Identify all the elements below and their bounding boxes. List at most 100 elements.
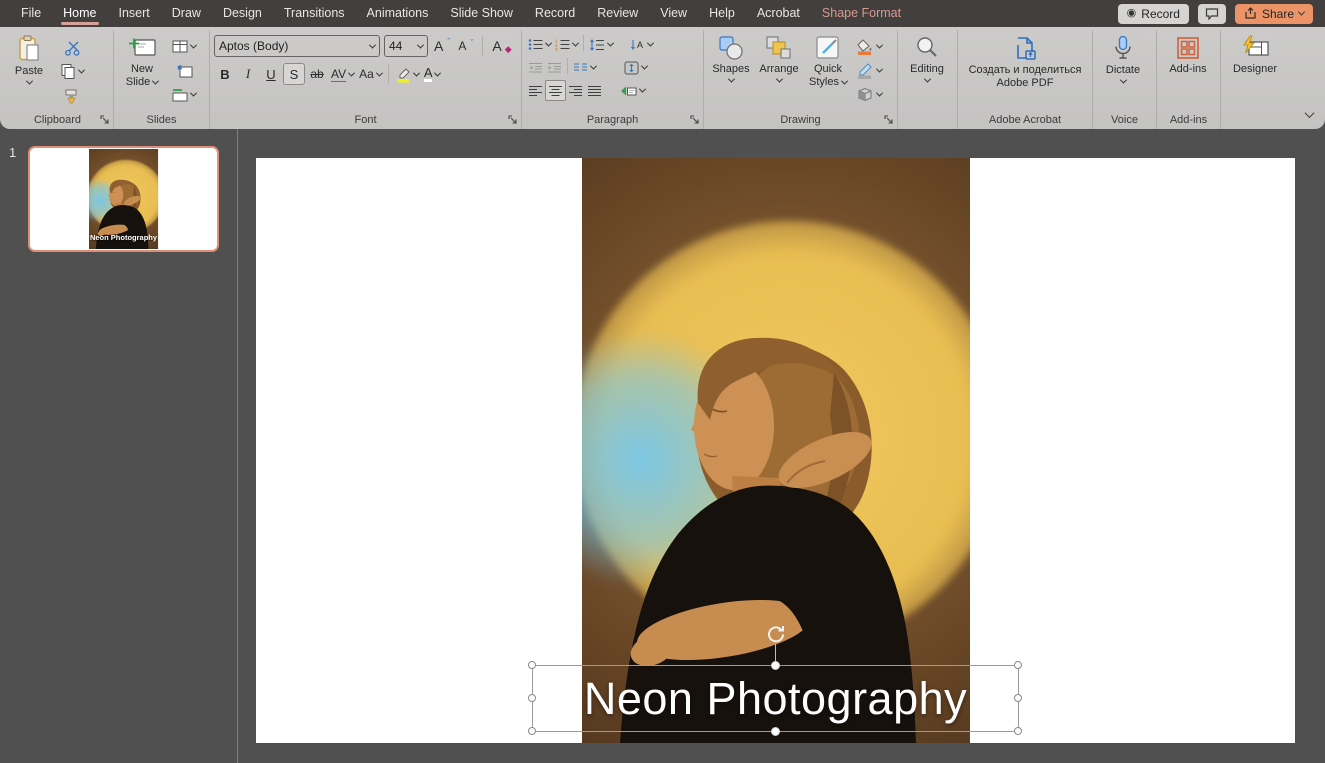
shape-effects-button[interactable] <box>854 84 884 105</box>
dictate-chevron-icon <box>1119 76 1127 84</box>
increase-font-button[interactable]: Aˆ <box>432 36 452 57</box>
resize-handle-w[interactable] <box>528 694 536 702</box>
tab-draw[interactable]: Draw <box>161 0 212 27</box>
numbering-button[interactable]: 123 <box>553 34 580 55</box>
line-spacing-button[interactable] <box>587 34 615 55</box>
font-dialog-launcher[interactable] <box>508 115 518 125</box>
resize-handle-nw[interactable] <box>528 661 536 669</box>
resize-handle-se[interactable] <box>1014 727 1022 735</box>
designer-button[interactable]: Designer <box>1225 32 1285 76</box>
slide-thumbnail-panel: 1 Neon Photography <box>0 129 237 763</box>
tab-shape-format[interactable]: Shape Format <box>811 0 912 27</box>
paste-button[interactable]: Paste <box>6 32 52 85</box>
new-slide-button[interactable]: New Slide <box>118 32 166 88</box>
smartart-button[interactable] <box>618 80 647 101</box>
resize-handle-n[interactable] <box>771 661 780 670</box>
share-icon <box>1244 7 1257 20</box>
shapes-chevron-icon <box>727 75 735 83</box>
justify-button[interactable] <box>585 80 604 101</box>
resize-handle-e[interactable] <box>1014 694 1022 702</box>
tab-slide-show[interactable]: Slide Show <box>439 0 524 27</box>
slide-thumbnail[interactable]: Neon Photography <box>28 146 219 252</box>
change-case-button[interactable]: Aa <box>357 64 384 85</box>
highlighter-icon <box>395 66 411 83</box>
align-text-button[interactable] <box>622 57 649 78</box>
collapse-ribbon-button[interactable] <box>1304 105 1315 123</box>
underline-button[interactable]: U <box>260 63 282 85</box>
cut-button[interactable] <box>58 37 86 58</box>
resize-handle-sw[interactable] <box>528 727 536 735</box>
paragraph-dialog-launcher[interactable] <box>690 115 700 125</box>
align-center-button[interactable] <box>545 80 566 101</box>
tab-help[interactable]: Help <box>698 0 746 27</box>
decrease-indent-button[interactable] <box>526 57 545 78</box>
slide-number: 1 <box>9 145 17 160</box>
quick-styles-button[interactable]: Quick Styles <box>804 32 852 88</box>
strikethrough-button[interactable]: ab <box>306 63 328 85</box>
section-button[interactable] <box>170 84 198 105</box>
tab-file[interactable]: File <box>10 0 52 27</box>
highlight-color-button[interactable] <box>393 64 421 85</box>
svg-text:A: A <box>637 40 643 50</box>
decrease-font-button[interactable]: Aˇ <box>456 36 475 57</box>
font-color-button[interactable]: A <box>422 64 443 85</box>
copy-chevron-icon <box>77 66 86 74</box>
tab-review[interactable]: Review <box>586 0 649 27</box>
shapes-button[interactable]: Shapes <box>708 32 754 83</box>
layout-button[interactable] <box>170 36 198 57</box>
textbox-selection[interactable] <box>532 665 1019 732</box>
create-pdf-button[interactable]: Создать и поделиться Adobe PDF <box>962 32 1088 89</box>
font-name-select[interactable]: Aptos (Body) <box>214 35 380 57</box>
clipboard-dialog-launcher[interactable] <box>100 115 110 125</box>
rotate-handle[interactable] <box>765 623 787 645</box>
tab-record[interactable]: Record <box>524 0 586 27</box>
group-addins: Add-ins Add-ins <box>1157 30 1221 129</box>
align-left-button[interactable] <box>526 80 545 101</box>
tab-animations[interactable]: Animations <box>356 0 440 27</box>
record-icon: ◉ <box>1126 7 1137 19</box>
slide-canvas[interactable]: Neon Photography <box>256 158 1295 743</box>
tab-design[interactable]: Design <box>212 0 273 27</box>
bold-button[interactable]: B <box>214 63 236 85</box>
comment-icon <box>1205 7 1219 20</box>
bullets-button[interactable] <box>526 34 553 55</box>
tab-home[interactable]: Home <box>52 0 107 27</box>
adobe-pdf-icon <box>1012 35 1038 62</box>
tab-transitions[interactable]: Transitions <box>273 0 356 27</box>
align-right-button[interactable] <box>566 80 585 101</box>
editing-button[interactable]: Editing <box>902 32 952 83</box>
text-direction-button[interactable]: A <box>627 34 655 55</box>
designer-icon <box>1240 35 1270 61</box>
tab-insert[interactable]: Insert <box>108 0 161 27</box>
menu-bar: File Home Insert Draw Design Transitions… <box>0 0 1325 27</box>
ribbon: Paste Clipboard New Slide Slides Aptos (… <box>0 27 1325 129</box>
resize-handle-ne[interactable] <box>1014 661 1022 669</box>
slide-photo[interactable] <box>582 158 970 743</box>
record-button[interactable]: ◉ Record <box>1117 3 1189 24</box>
columns-button[interactable] <box>571 57 598 78</box>
svg-text:3: 3 <box>555 47 558 51</box>
paste-chevron-icon <box>25 77 33 85</box>
drawing-dialog-launcher[interactable] <box>884 115 894 125</box>
increase-indent-button[interactable] <box>545 57 564 78</box>
new-slide-chevron-icon <box>152 77 160 85</box>
shape-fill-button[interactable] <box>854 36 884 57</box>
copy-button[interactable] <box>58 61 86 82</box>
addins-button[interactable]: Add-ins <box>1161 32 1215 76</box>
tab-view[interactable]: View <box>649 0 698 27</box>
arrange-button[interactable]: Arrange <box>754 32 804 83</box>
character-spacing-button[interactable]: AV <box>329 64 356 85</box>
resize-handle-s[interactable] <box>771 727 780 736</box>
shape-outline-button[interactable] <box>854 60 884 81</box>
share-button[interactable]: Share <box>1234 3 1313 24</box>
quick-styles-icon <box>814 35 842 61</box>
format-painter-button[interactable] <box>58 85 86 106</box>
clear-formatting-button[interactable]: A ◆ <box>490 36 513 57</box>
reset-button[interactable] <box>170 60 198 81</box>
tab-acrobat[interactable]: Acrobat <box>746 0 811 27</box>
dictate-button[interactable]: Dictate <box>1097 32 1149 84</box>
italic-button[interactable]: I <box>237 63 259 85</box>
text-shadow-button[interactable]: S <box>283 63 305 85</box>
font-size-select[interactable]: 44 <box>384 35 428 57</box>
comments-button[interactable] <box>1197 3 1226 24</box>
